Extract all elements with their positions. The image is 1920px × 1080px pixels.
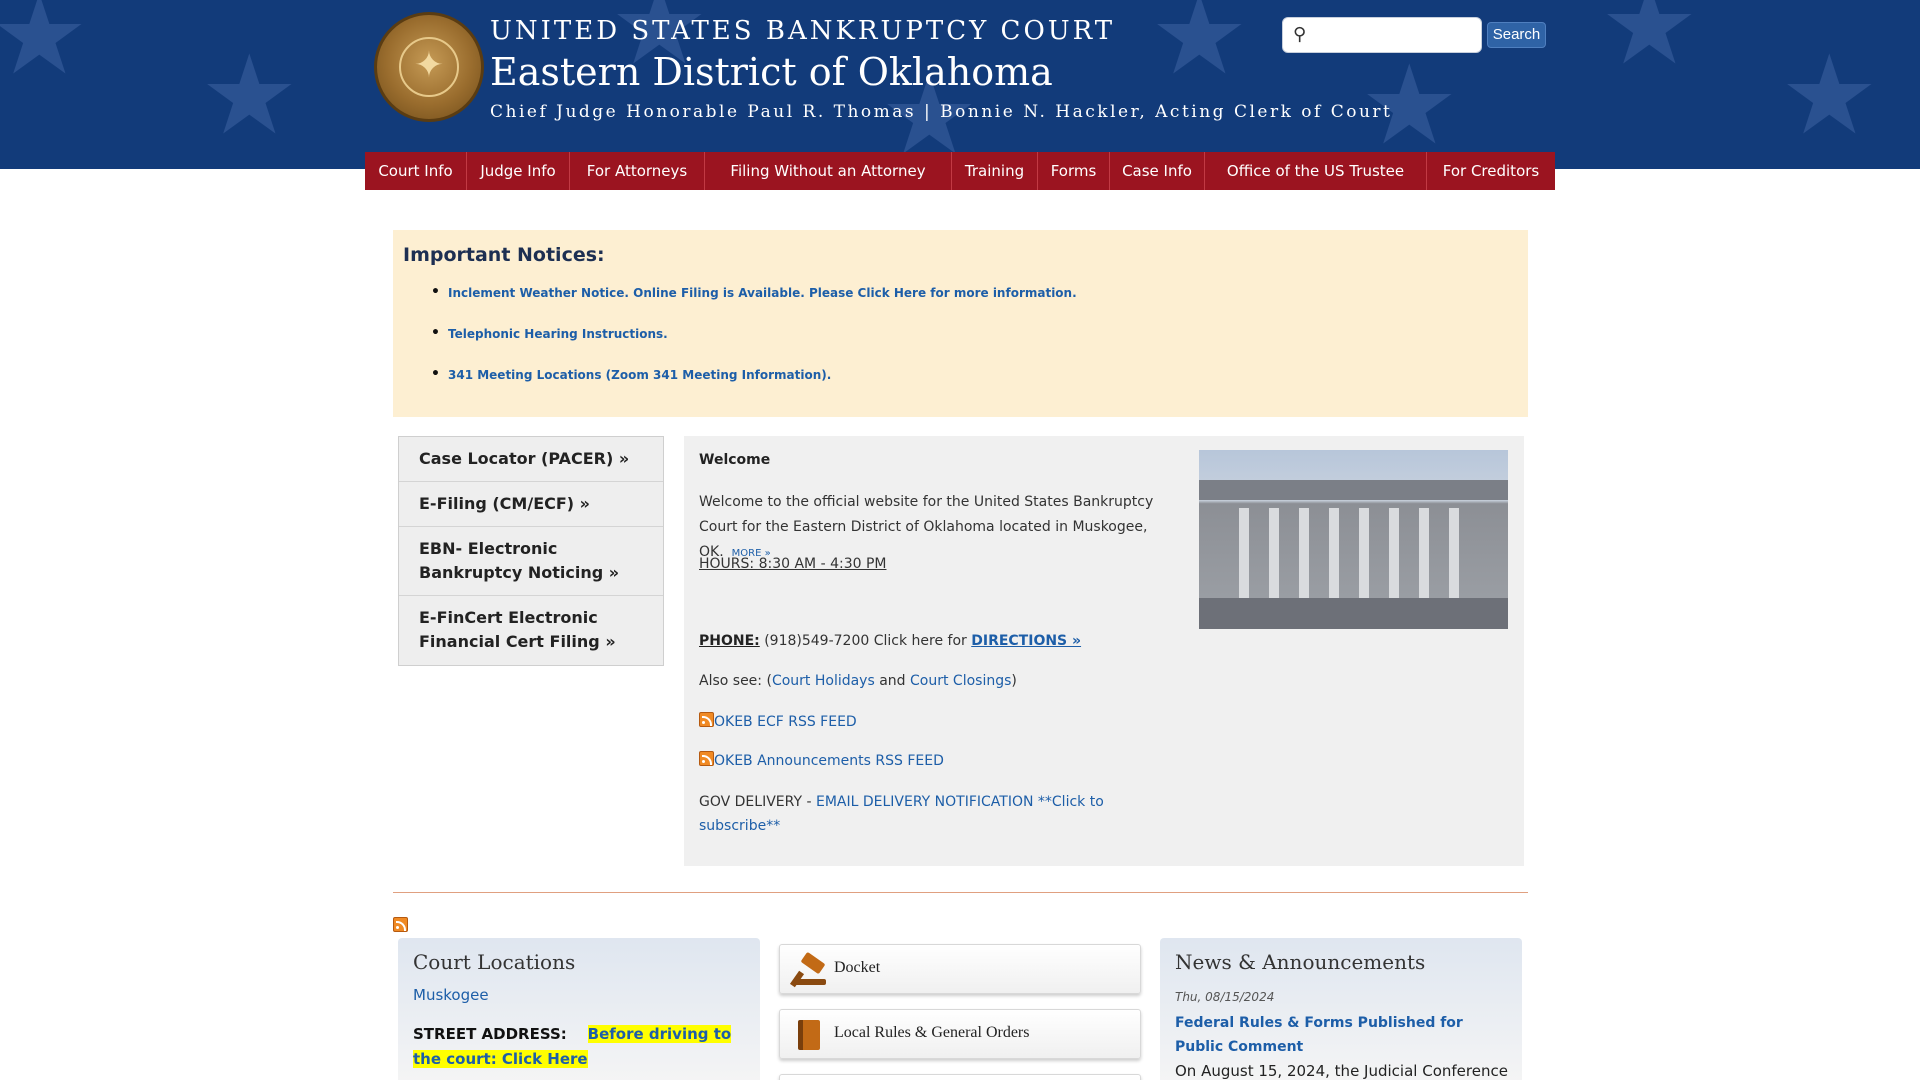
notice-item-341[interactable]: 341 Meeting Locations (Zoom 341 Meeting … — [431, 367, 1077, 382]
courthouse-column — [1299, 508, 1309, 598]
courthouse-column — [1329, 508, 1339, 598]
nav-court-info[interactable]: Court Info — [365, 152, 467, 190]
nav-for-attorneys[interactable]: For Attorneys — [570, 152, 705, 190]
nav-forms[interactable]: Forms — [1038, 152, 1110, 190]
docket-button[interactable]: Docket — [779, 944, 1141, 994]
courthouse-column — [1419, 508, 1429, 598]
phone-text: (918)549-7200 Click here for — [759, 633, 972, 649]
menu-e-fincert[interactable]: E-FinCert Electronic Financial Cert Fili… — [399, 596, 663, 665]
docket-label: Docket — [834, 959, 881, 976]
street-address: STREET ADDRESS: Before driving to the co… — [413, 1022, 753, 1072]
directions-link[interactable]: DIRECTIONS » — [971, 633, 1081, 649]
rss-icon — [393, 917, 408, 932]
rss2-label: OKEB Announcements RSS FEED — [714, 753, 944, 769]
courthouse-steps — [1199, 598, 1508, 629]
court-holidays-link[interactable]: Court Holidays — [772, 673, 875, 689]
nav-us-trustee[interactable]: Office of the US Trustee — [1205, 152, 1427, 190]
court-hours: HOURS: 8:30 AM - 4:30 PM — [699, 556, 887, 572]
nav-filing-without-attorney[interactable]: Filing Without an Attorney — [705, 152, 952, 190]
courthouse-column — [1359, 508, 1369, 598]
muskogee-link[interactable]: Muskogee — [413, 986, 489, 1004]
important-notices: Important Notices: Inclement Weather Not… — [393, 230, 1528, 417]
nav-case-info[interactable]: Case Info — [1110, 152, 1205, 190]
star-decoration: ★ — [200, 31, 299, 159]
also-suffix: ) — [1011, 673, 1017, 689]
gavel-icon — [789, 951, 826, 988]
phone-line: PHONE: (918)549-7200 Click here for DIRE… — [699, 633, 1081, 649]
page-rss-link[interactable] — [393, 916, 408, 935]
street-label: STREET ADDRESS: — [413, 1025, 567, 1043]
news-body: On August 15, 2024, the Judicial Confere… — [1175, 1062, 1508, 1080]
nav-for-creditors[interactable]: For Creditors — [1427, 152, 1555, 190]
menu-e-filing[interactable]: E-Filing (CM/ECF) » — [399, 482, 663, 527]
court-closings-link[interactable]: Court Closings — [910, 673, 1011, 689]
locations-title: Court Locations — [413, 950, 576, 974]
courthouse-roof — [1199, 480, 1508, 500]
rss-icon — [699, 712, 714, 727]
welcome-text: Welcome to the official website for the … — [699, 490, 1174, 566]
gov-delivery-line: GOV DELIVERY - EMAIL DELIVERY NOTIFICATI… — [699, 790, 1159, 838]
search-icon: ⚲ — [1293, 24, 1307, 45]
news-headline-link[interactable]: Federal Rules & Forms Published for Publ… — [1175, 1011, 1515, 1059]
welcome-title: Welcome — [699, 452, 771, 468]
district-name[interactable]: Eastern District of Oklahoma — [490, 50, 1053, 94]
local-rules-button[interactable]: Local Rules & General Orders — [779, 1009, 1141, 1059]
eagle-icon: ✦ — [413, 45, 445, 86]
gov-prefix: GOV DELIVERY - — [699, 794, 816, 810]
court-seal-logo[interactable]: ✦ — [374, 12, 484, 122]
announcements-rss-feed-link[interactable]: OKEB Announcements RSS FEED — [699, 751, 944, 769]
menu-ebn[interactable]: EBN- Electronic Bankruptcy Noticing » — [399, 527, 663, 596]
also-prefix: Also see: ( — [699, 673, 772, 689]
quick-access-menu: Case Locator (PACER) » E-Filing (CM/ECF)… — [398, 436, 664, 666]
notice-item-telephonic[interactable]: Telephonic Hearing Instructions. — [431, 326, 1077, 341]
section-divider — [393, 892, 1528, 893]
nav-judge-info[interactable]: Judge Info — [467, 152, 570, 190]
star-decoration: ★ — [1150, 0, 1249, 99]
star-decoration: ★ — [1600, 0, 1699, 89]
ecf-rss-feed-link[interactable]: OKEB ECF RSS FEED — [699, 712, 857, 730]
phone-label: PHONE: — [699, 633, 760, 649]
notices-title: Important Notices: — [403, 244, 605, 266]
courthouse-photo — [1199, 450, 1508, 629]
local-rules-label: Local Rules & General Orders — [834, 1024, 1030, 1041]
notice-item-weather[interactable]: Inclement Weather Notice. Online Filing … — [431, 285, 1077, 300]
welcome-panel: Welcome Welcome to the official website … — [684, 436, 1524, 866]
rss-icon — [699, 751, 714, 766]
rss1-label: OKEB ECF RSS FEED — [714, 714, 857, 730]
courthouse-column — [1449, 508, 1459, 598]
main-content: Important Notices: Inclement Weather Not… — [365, 190, 1555, 1080]
search-input[interactable]: ⚲ — [1282, 17, 1482, 53]
notices-list: Inclement Weather Notice. Online Filing … — [431, 285, 1077, 409]
star-decoration: ★ — [1780, 31, 1879, 159]
nav-training[interactable]: Training — [952, 152, 1038, 190]
star-decoration: ★ — [0, 0, 89, 99]
courthouse-column — [1269, 508, 1279, 598]
news-title: News & Announcements — [1175, 950, 1426, 974]
site-header: ★ ★ ★ ★ ★ ★ ★ ★ ✦ UNITED STATES BANKRUPT… — [0, 0, 1920, 169]
courthouse-column — [1389, 508, 1399, 598]
search-button[interactable]: Search — [1487, 22, 1546, 48]
also-and: and — [874, 673, 911, 689]
judges-line: Chief Judge Honorable Paul R. Thomas | B… — [490, 102, 1393, 122]
courthouse-column — [1239, 508, 1249, 598]
quicklink-button[interactable] — [779, 1074, 1141, 1080]
court-locations-block: Court Locations Muskogee STREET ADDRESS:… — [398, 938, 760, 1080]
news-announcements-block: News & Announcements Thu, 08/15/2024 Fed… — [1160, 938, 1522, 1080]
main-nav: Court Info Judge Info For Attorneys Fili… — [365, 152, 1555, 190]
news-date: Thu, 08/15/2024 — [1175, 990, 1275, 1004]
book-icon — [794, 1018, 826, 1050]
also-see-line: Also see: (Court Holidays and Court Clos… — [699, 673, 1017, 689]
court-name[interactable]: UNITED STATES BANKRUPTCY COURT — [490, 16, 1115, 46]
menu-case-locator[interactable]: Case Locator (PACER) » — [399, 437, 663, 482]
